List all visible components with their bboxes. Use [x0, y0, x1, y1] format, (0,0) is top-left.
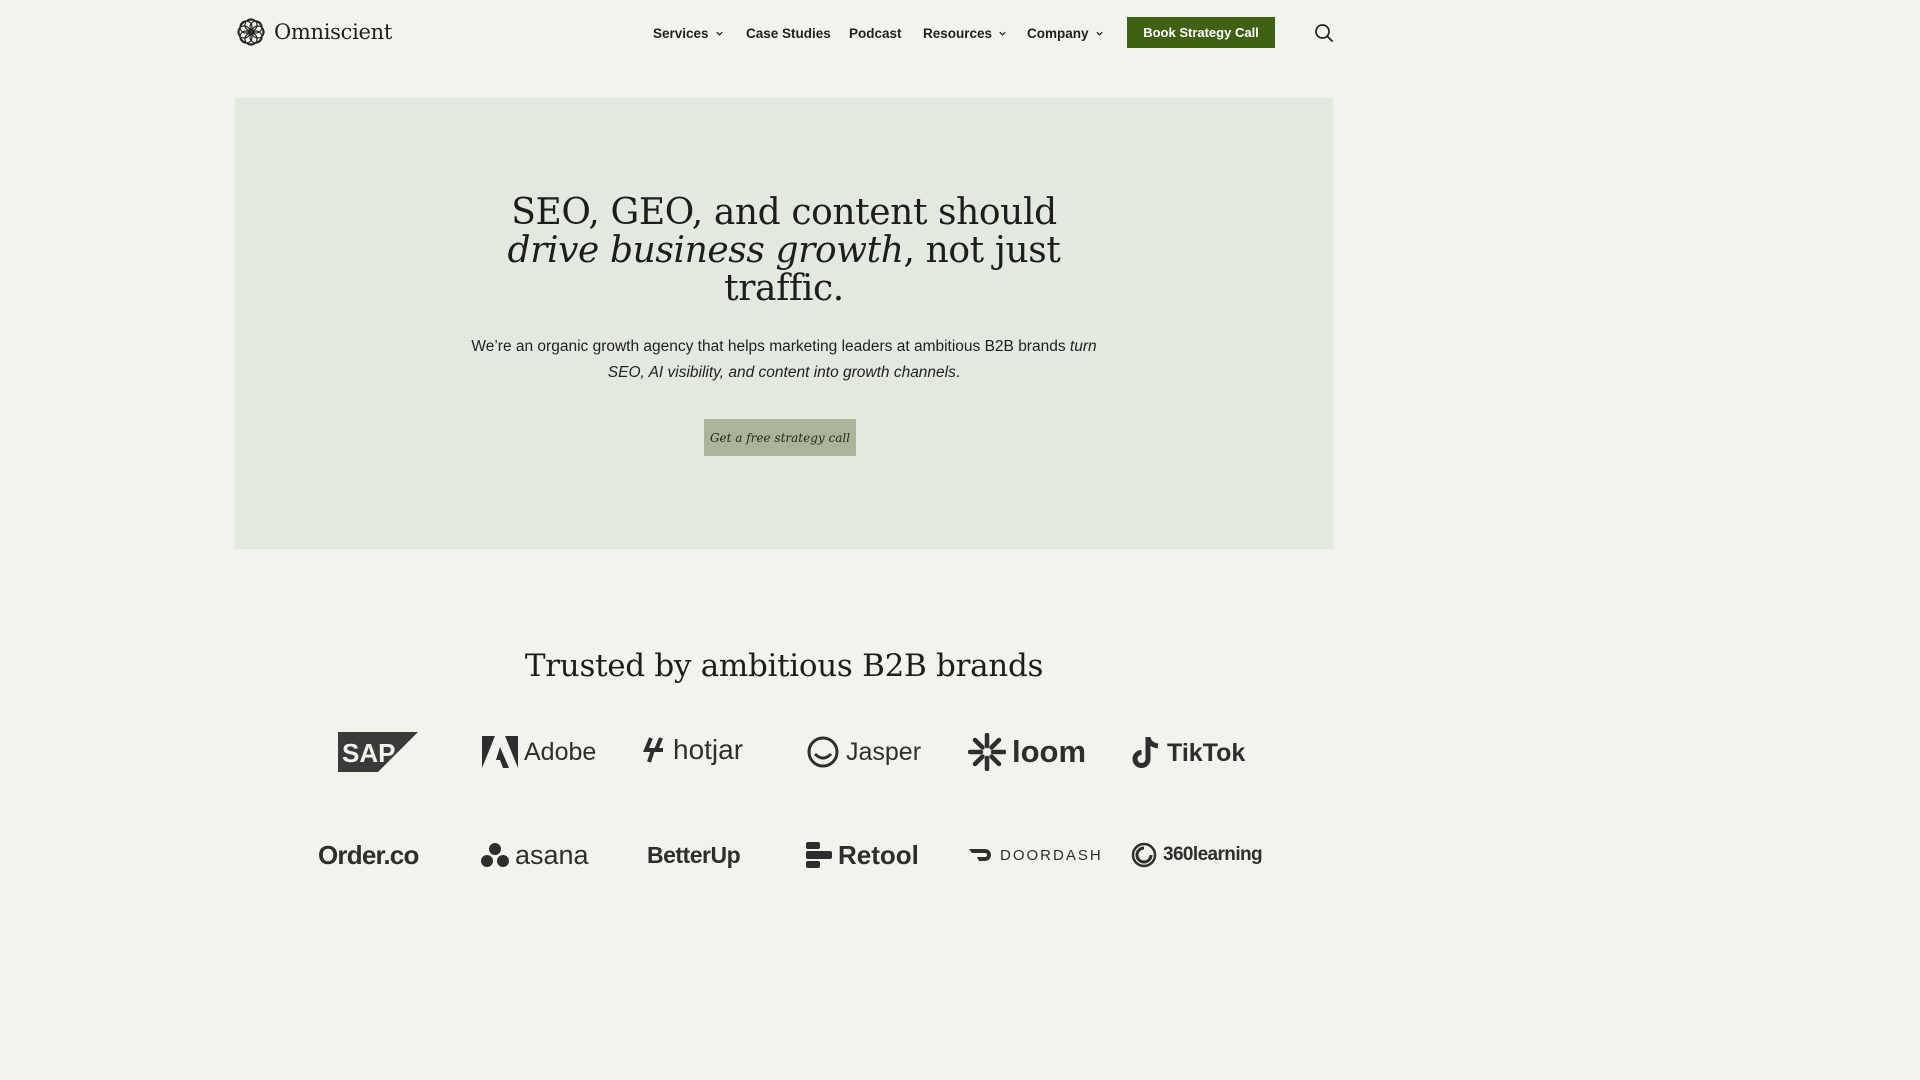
jasper-logo-icon	[807, 736, 839, 768]
360learning-text: 360learning	[1163, 844, 1263, 865]
hero-title: SEO, GEO, and content should drive busin…	[235, 194, 1333, 308]
hero-section: SEO, GEO, and content should drive busin…	[235, 98, 1333, 549]
hero-title-italic: drive business growth	[507, 230, 904, 271]
brand-logo-360learning: 360learning	[1131, 835, 1263, 875]
tiktok-text: TikTok	[1167, 738, 1246, 767]
adobe-logo-icon	[482, 736, 518, 768]
brand-logo-asana: asana	[481, 835, 589, 875]
brand-logo-jasper: Jasper	[806, 732, 921, 772]
nav-resources[interactable]: Resources	[923, 22, 1007, 44]
nav-company-label: Company	[1027, 25, 1089, 41]
sap-logo-icon: SAP	[338, 732, 418, 772]
chevron-down-icon	[1095, 31, 1103, 36]
orderco-text: Order.co	[318, 839, 419, 870]
search-button[interactable]	[1312, 21, 1336, 45]
hotjar-text: hotjar	[673, 734, 744, 765]
svg-text:SAP: SAP	[342, 738, 395, 768]
brand-logo-tiktok: TikTok	[1131, 733, 1245, 773]
retool-text: Retool	[838, 839, 919, 870]
hero-title-line2-rest: , not just	[903, 230, 1061, 271]
tiktok-logo-icon	[1132, 737, 1159, 768]
loom-text: loom	[1012, 734, 1087, 769]
free-strategy-call-button[interactable]: Get a free strategy call	[704, 419, 856, 456]
site-header: Omniscient Services Case Studies Podcast…	[0, 0, 1568, 66]
asana-text: asana	[515, 839, 589, 870]
doordash-text: DOORDASH	[1000, 846, 1103, 864]
hotjar-logo-icon	[643, 737, 663, 763]
nav-case-studies-label: Case Studies	[746, 25, 831, 41]
doordash-logo-icon	[969, 849, 991, 861]
hero-subtitle-end: .	[955, 364, 961, 381]
nav-services-label: Services	[653, 25, 709, 41]
book-strategy-call-button[interactable]: Book Strategy Call	[1127, 17, 1275, 48]
search-icon	[1315, 24, 1333, 42]
betterup-text: BetterUp	[647, 841, 741, 868]
brand-logo-loom: loom	[968, 732, 1086, 772]
hero-title-line3: traffic.	[724, 268, 844, 309]
chevron-down-icon	[715, 31, 723, 36]
brand-logo-adobe: Adobe	[482, 732, 596, 772]
nav-company[interactable]: Company	[1027, 22, 1104, 44]
page: Omniscient Services Case Studies Podcast…	[0, 0, 1568, 882]
brand-logo-retool: Retool	[806, 835, 919, 875]
nav-case-studies[interactable]: Case Studies	[746, 22, 831, 44]
retool-logo-icon	[806, 842, 832, 868]
nav-services[interactable]: Services	[653, 22, 724, 44]
brand-logo-orderco: Order.co	[318, 835, 419, 875]
nav-podcast-label: Podcast	[849, 25, 902, 41]
adobe-text: Adobe	[524, 737, 597, 766]
hero-subtitle-plain: We’re an organic growth agency that help…	[471, 338, 1070, 355]
asana-logo-icon	[481, 843, 509, 867]
jasper-text: Jasper	[846, 737, 922, 766]
nav-resources-label: Resources	[923, 25, 993, 41]
loom-logo-icon	[968, 733, 1006, 771]
trusted-brands-title: Trusted by ambitious B2B brands	[524, 648, 1044, 684]
hero-subtitle: We’re an organic growth agency that help…	[464, 334, 1104, 386]
nav-podcast[interactable]: Podcast	[849, 22, 902, 44]
brand-logo-sap: SAP	[338, 732, 418, 772]
brand-logo-hotjar: hotjar	[643, 730, 743, 770]
chevron-down-icon	[999, 31, 1006, 36]
brand-logo-doordash: DOORDASH	[968, 835, 1103, 875]
hero-title-line1: SEO, GEO, and content should	[511, 192, 1057, 233]
brand-logo-betterup: BetterUp	[647, 835, 741, 875]
360learning-logo-icon	[1131, 842, 1157, 868]
